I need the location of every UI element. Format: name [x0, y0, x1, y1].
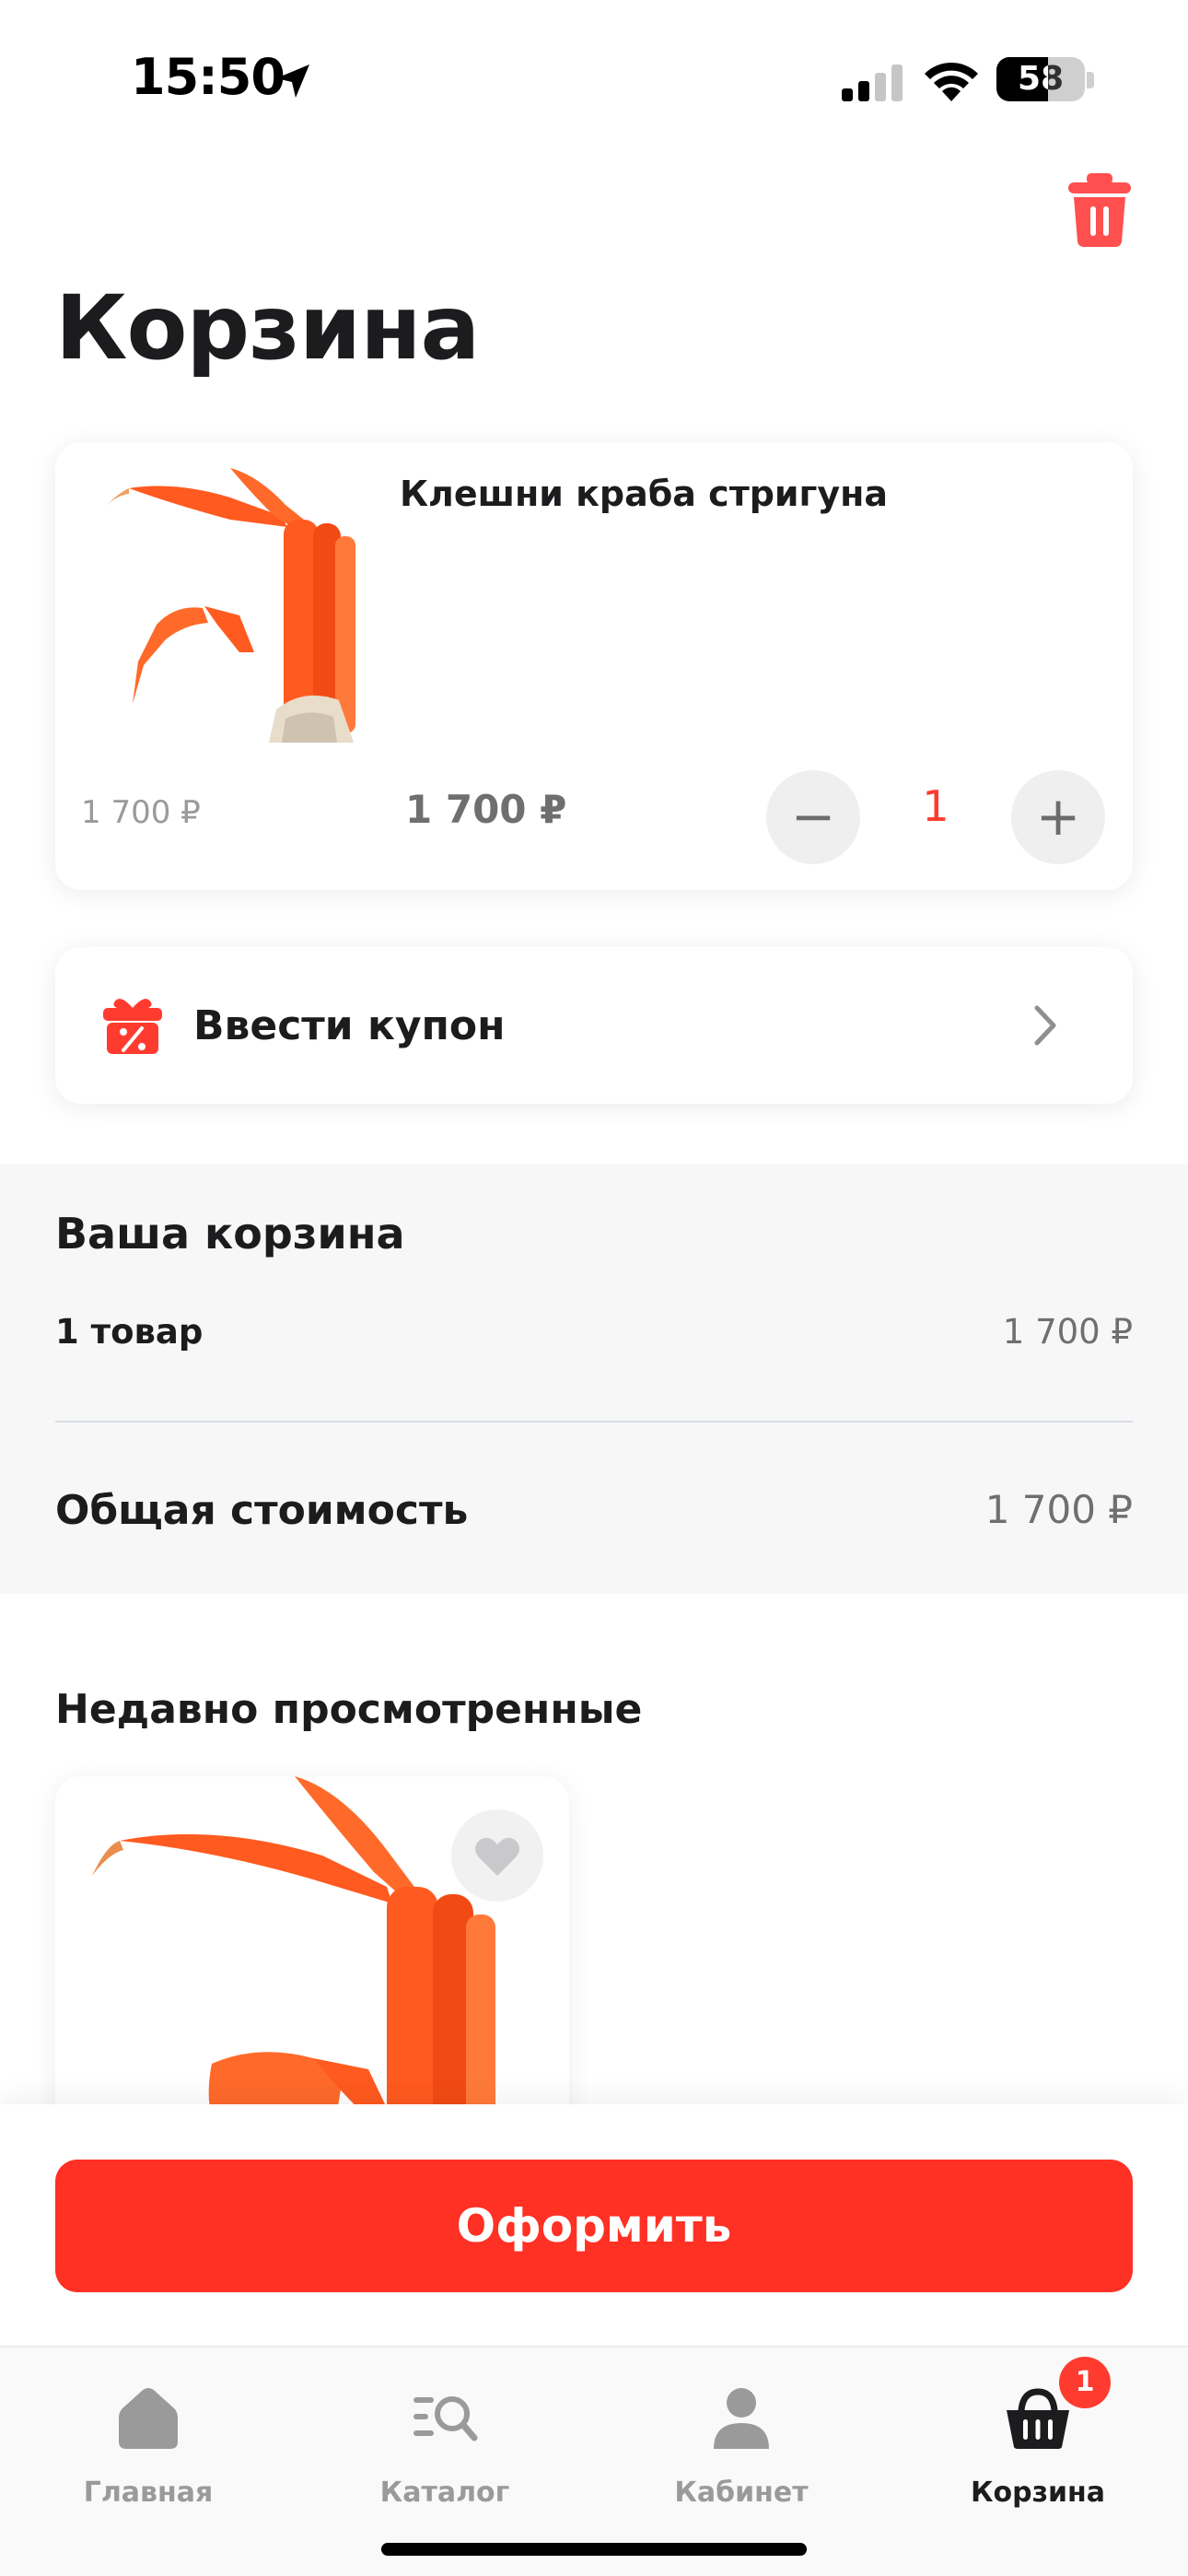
recently-viewed-title: Недавно просмотренные	[55, 1686, 643, 1733]
tab-catalog[interactable]: Каталог	[297, 2368, 593, 2515]
summary-total-label: Общая стоимость	[55, 1487, 469, 1534]
page-title: Корзина	[55, 276, 480, 380]
favorite-button[interactable]	[451, 1809, 543, 1902]
home-icon	[119, 2388, 178, 2449]
summary-divider	[55, 1421, 1133, 1423]
quantity-increase-button[interactable]: +	[1011, 770, 1105, 864]
cart-item-name: Клешни краба стригуна	[400, 474, 889, 514]
coupon-label: Ввести купон	[193, 1002, 506, 1049]
trash-icon[interactable]	[1066, 171, 1133, 249]
checkout-button[interactable]: Оформить	[55, 2160, 1133, 2292]
tab-account[interactable]: Кабинет	[593, 2368, 890, 2515]
quantity-decrease-button[interactable]: −	[766, 770, 860, 864]
tab-home[interactable]: Главная	[0, 2368, 297, 2515]
status-bar: 15:50 58	[0, 0, 1188, 157]
coupon-row[interactable]: Ввести купон	[55, 947, 1133, 1104]
gift-percent-icon	[103, 999, 162, 1054]
tab-account-label: Кабинет	[674, 2476, 809, 2509]
battery-indicator: 58	[996, 57, 1085, 101]
cellular-signal-icon	[842, 64, 903, 101]
crab-claws-image	[105, 468, 355, 743]
summary-items-price: 1 700 ₽	[1002, 1312, 1133, 1352]
checkout-area: Оформить	[0, 2104, 1188, 2346]
tab-catalog-label: Каталог	[379, 2476, 510, 2509]
battery-tip	[1087, 72, 1094, 88]
basket-icon	[1007, 2388, 1069, 2449]
wifi-icon	[925, 62, 978, 101]
recent-product-card[interactable]	[55, 1776, 569, 2145]
cart-item-unit-price: 1 700 ₽	[81, 794, 201, 831]
tab-cart[interactable]: Корзина	[890, 2368, 1186, 2515]
heart-icon	[475, 1837, 519, 1876]
tab-cart-label: Корзина	[970, 2476, 1106, 2509]
summary-title: Ваша корзина	[55, 1209, 405, 1259]
catalog-search-icon	[413, 2396, 478, 2441]
quantity-value: 1	[922, 781, 949, 831]
battery-percent: 58	[1017, 60, 1065, 98]
summary-total-price: 1 700 ₽	[984, 1487, 1133, 1532]
home-indicator	[381, 2543, 807, 2556]
cart-item-card[interactable]: Клешни краба стригуна 1 700 ₽ 1 700 ₽ − …	[55, 442, 1133, 890]
summary-items-count: 1 товар	[55, 1312, 204, 1352]
status-time: 15:50	[131, 48, 285, 106]
cart-item-total-price: 1 700 ₽	[405, 787, 567, 832]
tab-home-label: Главная	[83, 2476, 214, 2509]
tab-bar: Главная Каталог Кабинет Корзина	[0, 2346, 1188, 2576]
cart-count-badge: 1	[1059, 2357, 1111, 2408]
chevron-right-icon	[1034, 1005, 1056, 1046]
user-icon	[714, 2388, 769, 2449]
cart-summary: Ваша корзина 1 товар 1 700 ₽ Общая стоим…	[0, 1165, 1188, 1594]
location-arrow-icon	[276, 64, 309, 98]
